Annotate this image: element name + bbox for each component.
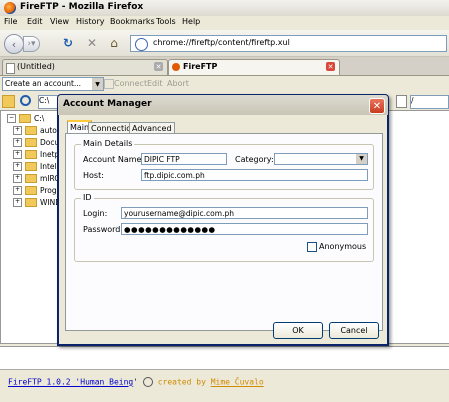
remote-page-icon[interactable] <box>396 95 407 108</box>
expand-icon[interactable]: + <box>13 174 22 183</box>
abort-button[interactable]: Abort <box>167 79 189 88</box>
anonymous-checkbox[interactable] <box>307 242 317 252</box>
status-line: FireFTP 1.0.2 'Human Being' created by M… <box>8 377 264 387</box>
folder-icon <box>25 126 37 135</box>
forward-button[interactable]: ›▾ <box>23 36 40 52</box>
navigation-toolbar: ‹ ›▾ ↻ ✕ ⌂ chrome://fireftp/content/fire… <box>0 30 449 57</box>
fireftp-icon <box>172 63 180 71</box>
account-select[interactable]: Create an account... ▼ <box>2 77 104 91</box>
folder-icon <box>25 186 37 195</box>
tab-untitled[interactable]: (Untitled) ✕ <box>2 59 168 75</box>
globe-icon <box>142 377 153 387</box>
tab-fireftp[interactable]: FireFTP ✕ <box>168 59 340 75</box>
status-bar: FireFTP 1.0.2 'Human Being' created by M… <box>0 369 449 402</box>
menu-edit[interactable]: Edit <box>27 17 43 26</box>
account-select-value: Create an account... <box>5 79 82 88</box>
menu-bar: File Edit View History Bookmarks Tools H… <box>0 16 449 30</box>
edit-button[interactable]: Edit <box>147 79 163 88</box>
tree-label: Intel <box>40 162 57 171</box>
dropdown-arrow-icon: ▼ <box>92 78 103 90</box>
back-button[interactable]: ‹ <box>4 34 24 54</box>
main-details-legend: Main Details <box>81 139 135 148</box>
tab-label: (Untitled) <box>17 62 55 71</box>
dialog-title: Account Manager <box>63 99 152 109</box>
folder-icon <box>25 174 37 183</box>
tree-item[interactable]: + Intel <box>13 161 57 172</box>
tab-label: FireFTP <box>183 62 218 71</box>
main-tab-panel: Main Details Account Name: DIPIC FTP Cat… <box>65 133 383 331</box>
stop-icon[interactable]: ✕ <box>84 35 100 51</box>
window-title-bar: FireFTP - Mozilla Firefox <box>0 0 449 17</box>
collapse-icon[interactable]: − <box>7 114 16 123</box>
firefox-logo-icon <box>4 2 16 14</box>
page-icon <box>6 63 15 74</box>
ok-button[interactable]: OK <box>273 322 323 339</box>
dialog-title-bar: Account Manager ✕ <box>58 95 388 115</box>
quote-mark: ' <box>133 377 139 387</box>
remote-file-list[interactable] <box>388 110 449 344</box>
site-identity-icon <box>135 38 148 51</box>
log-area[interactable] <box>0 346 449 369</box>
window-title: FireFTP - Mozilla Firefox <box>20 2 144 12</box>
account-name-input[interactable]: DIPIC FTP <box>141 153 227 165</box>
password-input[interactable]: ●●●●●●●●●●●●● <box>121 223 368 235</box>
anonymous-label: Anonymous <box>319 242 367 251</box>
id-legend: ID <box>81 193 94 202</box>
menu-history[interactable]: History <box>76 17 104 26</box>
expand-icon[interactable]: + <box>13 198 22 207</box>
folder-up-icon[interactable] <box>2 95 15 108</box>
created-by-text: created by <box>157 377 206 387</box>
folder-icon <box>25 198 37 207</box>
url-bar[interactable]: chrome://fireftp/content/fireftp.xul <box>130 35 447 52</box>
menu-view[interactable]: View <box>50 17 69 26</box>
tree-root[interactable]: − C:\ <box>7 113 44 124</box>
password-label: Password: <box>83 225 124 234</box>
folder-icon <box>25 150 37 159</box>
tree-label: C:\ <box>34 114 45 123</box>
close-tab-icon[interactable]: ✕ <box>154 62 163 71</box>
refresh-icon[interactable] <box>20 95 31 106</box>
expand-icon[interactable]: + <box>13 126 22 135</box>
close-tab-icon[interactable]: ✕ <box>326 62 335 71</box>
category-label: Category: <box>235 155 274 164</box>
id-group: ID Login: yourusername@dipic.com.ph Pass… <box>74 193 374 262</box>
host-input[interactable]: ftp.dipic.com.ph <box>141 169 368 181</box>
fireftp-version-text[interactable]: FireFTP 1.0.2 ' <box>8 378 80 387</box>
expand-icon[interactable]: + <box>13 138 22 147</box>
menu-file[interactable]: File <box>4 17 17 26</box>
expand-icon[interactable]: + <box>13 150 22 159</box>
account-name-label: Account Name: <box>83 155 145 164</box>
connect-icon <box>104 79 114 89</box>
author-link[interactable]: Mime Čuvalo <box>211 378 264 387</box>
connect-button[interactable]: Connect <box>114 79 147 88</box>
expand-icon[interactable]: + <box>13 186 22 195</box>
dialog-body: Main Connection Advanced Main Details Ac… <box>59 115 387 344</box>
url-text: chrome://fireftp/content/fireftp.xul <box>153 38 290 47</box>
local-folder-tree: − C:\ + autorun + Documents + Inetpub + … <box>0 110 83 344</box>
login-input[interactable]: yourusername@dipic.com.ph <box>121 207 368 219</box>
main-details-group: Main Details Account Name: DIPIC FTP Cat… <box>74 139 374 190</box>
tab-strip: (Untitled) ✕ FireFTP ✕ <box>0 57 449 76</box>
host-label: Host: <box>83 171 104 180</box>
reload-icon[interactable]: ↻ <box>60 35 76 51</box>
category-select[interactable]: ▼ <box>274 153 368 165</box>
menu-bookmarks[interactable]: Bookmarks <box>110 17 155 26</box>
tree-item[interactable]: + mIRC <box>13 173 60 184</box>
folder-icon <box>25 138 37 147</box>
dialog-close-button[interactable]: ✕ <box>369 98 385 114</box>
menu-tools[interactable]: Tools <box>156 17 176 26</box>
expand-icon[interactable]: + <box>13 162 22 171</box>
fireftp-toolbar: Create an account... ▼ Connect Edit Abor… <box>0 76 449 92</box>
dropdown-arrow-icon: ▼ <box>356 154 367 164</box>
folder-icon <box>25 162 37 171</box>
account-manager-dialog: Account Manager ✕ Main Connection Advanc… <box>57 94 389 346</box>
version-name-link[interactable]: Human Being <box>80 378 133 387</box>
drive-icon <box>19 114 31 123</box>
cancel-button[interactable]: Cancel <box>329 322 379 339</box>
remote-path-input[interactable]: / <box>410 95 449 109</box>
login-label: Login: <box>83 209 108 218</box>
menu-help[interactable]: Help <box>182 17 200 26</box>
home-icon[interactable]: ⌂ <box>106 35 122 51</box>
